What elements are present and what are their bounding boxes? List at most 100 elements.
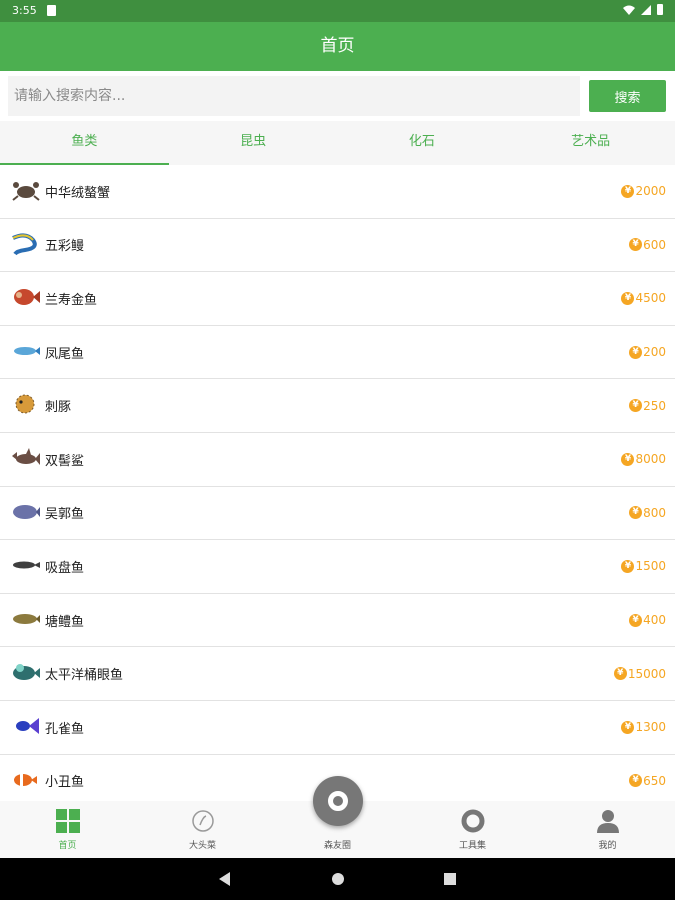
item-price: ¥800	[629, 506, 666, 520]
item-name: 吸盘鱼	[45, 560, 85, 576]
home-icon[interactable]	[332, 873, 344, 885]
search-input[interactable]	[8, 76, 580, 116]
price-value: 800	[643, 505, 666, 520]
nav-home[interactable]: 首页	[0, 801, 135, 858]
app-bar: 首页	[0, 22, 675, 71]
list-item[interactable]: 塘鳢鱼 ¥400	[0, 594, 675, 648]
ring-icon	[328, 791, 348, 811]
tools-icon	[461, 809, 484, 833]
item-price: ¥200	[629, 345, 666, 359]
center-ring-button[interactable]	[313, 776, 363, 826]
list-item[interactable]: 吸盘鱼 ¥1500	[0, 540, 675, 594]
nav-label: 我的	[598, 841, 617, 851]
tilapia-icon	[13, 504, 40, 519]
price-value: 600	[643, 237, 666, 252]
item-list[interactable]: 中华绒螯蟹 ¥2000 五彩鳗 ¥600 兰寿金鱼 ¥4500 凤尾鱼 ¥200…	[0, 165, 675, 801]
search-button[interactable]: 搜索	[589, 80, 666, 112]
list-item[interactable]: 凤尾鱼 ¥200	[0, 326, 675, 380]
tab-fish[interactable]: 鱼类	[0, 121, 169, 165]
coin-icon: ¥	[621, 559, 635, 573]
item-name: 塘鳢鱼	[45, 614, 85, 630]
item-name: 凤尾鱼	[45, 346, 85, 362]
price-value: 1300	[635, 720, 666, 735]
nav-profile[interactable]: 我的	[540, 801, 675, 858]
nav-label: 森友圈	[323, 841, 351, 851]
tab-insects[interactable]: 昆虫	[169, 121, 338, 165]
price-value: 2000	[635, 184, 666, 199]
barreleye-icon	[13, 664, 40, 681]
status-icons	[623, 4, 663, 15]
pufferfish-icon	[15, 394, 35, 414]
nav-label: 大头菜	[188, 841, 216, 851]
list-item[interactable]: 孔雀鱼 ¥1300	[0, 701, 675, 755]
recents-icon[interactable]	[444, 873, 456, 885]
sd-card-icon	[47, 5, 56, 16]
item-price: ¥250	[629, 399, 666, 413]
clownfish-icon	[14, 773, 37, 786]
crab-icon	[12, 182, 40, 201]
coin-icon: ¥	[621, 184, 635, 198]
page-title: 首页	[320, 36, 355, 56]
item-name: 太平洋桶眼鱼	[45, 668, 124, 684]
coin-icon: ¥	[613, 667, 627, 681]
search-row: 搜索	[0, 71, 675, 121]
tab-fossils[interactable]: 化石	[338, 121, 507, 165]
coin-icon: ¥	[629, 613, 643, 627]
wifi-icon	[623, 5, 635, 15]
shark-icon	[12, 447, 40, 465]
goldfish-icon	[14, 289, 40, 306]
price-value: 250	[643, 398, 666, 413]
grid-icon	[55, 809, 80, 833]
item-price: ¥8000	[621, 452, 666, 466]
status-time: 3:55	[12, 4, 37, 17]
coin-icon: ¥	[621, 720, 635, 734]
price-value: 200	[643, 345, 666, 360]
item-name: 吴郭鱼	[45, 507, 85, 523]
sleeper-fish-icon	[13, 613, 40, 624]
list-item[interactable]: 五彩鳗 ¥600	[0, 219, 675, 273]
person-icon	[596, 810, 619, 833]
coin-icon: ¥	[621, 291, 635, 305]
item-price: ¥4500	[621, 291, 666, 305]
coin-icon: ¥	[629, 238, 643, 252]
coin-icon: ¥	[621, 452, 635, 466]
item-price: ¥600	[629, 238, 666, 252]
nav-label: 工具集	[458, 841, 486, 851]
list-item[interactable]: 兰寿金鱼 ¥4500	[0, 272, 675, 326]
item-price: ¥1500	[621, 559, 666, 573]
list-item[interactable]: 太平洋桶眼鱼 ¥15000	[0, 647, 675, 701]
list-item[interactable]: 刺豚 ¥250	[0, 379, 675, 433]
price-value: 15000	[627, 666, 666, 681]
turnip-icon	[191, 810, 214, 832]
battery-icon	[657, 4, 663, 15]
item-name: 双髻鲨	[45, 453, 85, 469]
item-name: 中华绒螯蟹	[45, 185, 111, 201]
price-value: 400	[643, 613, 666, 628]
item-price: ¥15000	[613, 666, 666, 681]
item-price: ¥1300	[621, 720, 666, 734]
item-name: 五彩鳗	[45, 239, 85, 255]
coin-icon: ¥	[629, 399, 643, 413]
nav-turnip[interactable]: 大头菜	[135, 801, 270, 858]
nav-tools[interactable]: 工具集	[405, 801, 540, 858]
nav-label: 首页	[58, 841, 77, 851]
list-item[interactable]: 吴郭鱼 ¥800	[0, 487, 675, 541]
back-icon[interactable]	[219, 872, 230, 886]
coin-icon: ¥	[629, 774, 643, 788]
category-tabs: 鱼类 昆虫 化石 艺术品	[0, 121, 675, 165]
guppy-icon	[14, 346, 40, 355]
list-item[interactable]: 双髻鲨 ¥8000	[0, 433, 675, 487]
item-name: 刺豚	[45, 400, 72, 416]
tab-art[interactable]: 艺术品	[506, 121, 675, 165]
item-price: ¥2000	[621, 184, 666, 198]
price-value: 650	[643, 773, 666, 788]
coin-icon: ¥	[629, 506, 643, 520]
eel-icon	[12, 233, 37, 255]
remora-icon	[13, 561, 40, 569]
price-value: 1500	[635, 559, 666, 574]
coin-icon: ¥	[629, 345, 643, 359]
item-price: ¥650	[629, 774, 666, 788]
item-price: ¥400	[629, 613, 666, 627]
list-item[interactable]: 中华绒螯蟹 ¥2000	[0, 165, 675, 219]
signal-icon	[641, 4, 651, 15]
